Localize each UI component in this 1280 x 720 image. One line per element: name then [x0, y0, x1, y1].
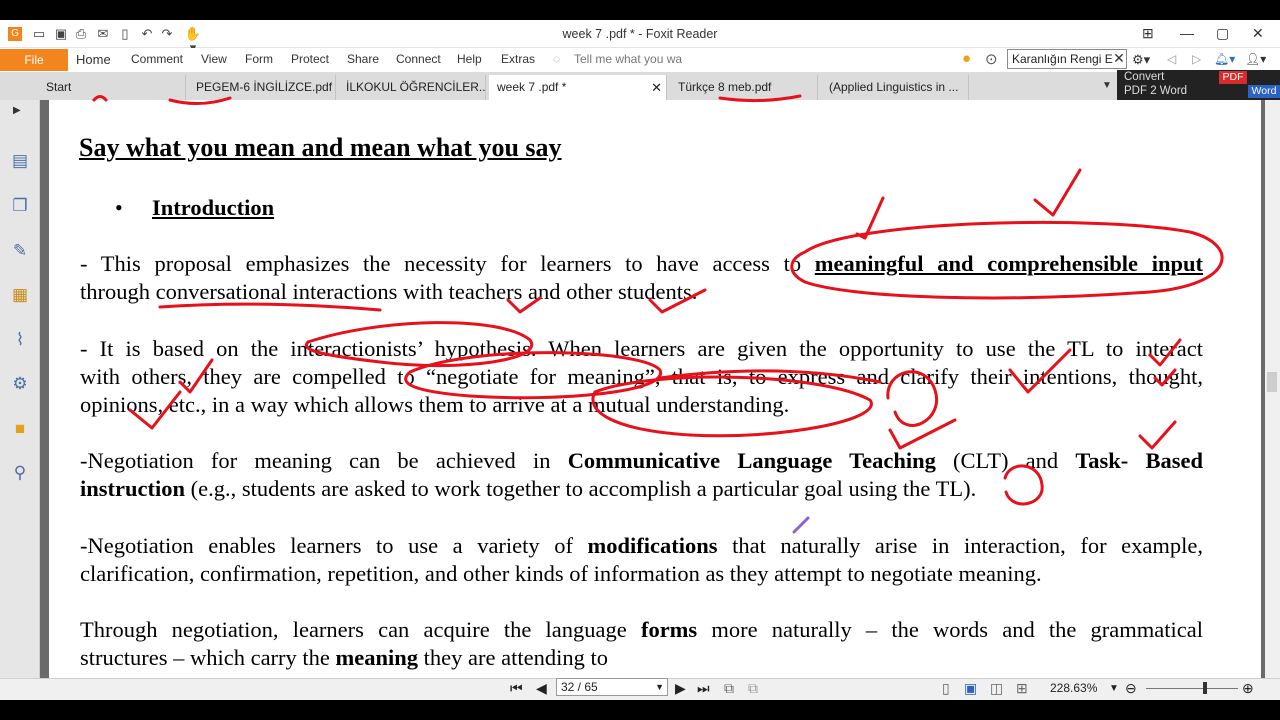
zoom-slider[interactable] [1146, 688, 1238, 689]
paragraph-1-line-1: - This proposal emphasizes the necessity… [80, 251, 1203, 276]
coin-icon[interactable]: ● [962, 50, 971, 67]
tab-week7[interactable]: week 7 .pdf * ✕ [489, 75, 667, 100]
zoom-slider-thumb[interactable] [1203, 682, 1207, 694]
paragraph-3-line-1: -Negotiation for meaning can be achieved… [80, 448, 1204, 473]
convert-label: Convert [1124, 71, 1165, 83]
close-tab-icon[interactable]: ✕ [651, 75, 662, 100]
page-dropdown-icon[interactable]: ▼ [655, 679, 664, 695]
expand-panel-icon[interactable]: ▶ [13, 105, 21, 116]
menu-view[interactable]: View [201, 52, 227, 66]
back-icon[interactable]: ◁ [1167, 52, 1176, 66]
file-menu-button[interactable]: File [0, 49, 68, 71]
grid-icon[interactable]: ⊞ [1142, 25, 1154, 42]
paragraph-5-line-1: Through negotiation, learners can acquir… [80, 617, 1204, 642]
tab-pegem[interactable]: PEGEM-6 İNGİLİZCE.pdf [188, 75, 336, 100]
signatures-icon[interactable]: ✎ [9, 240, 31, 262]
search-input[interactable]: Karanlığın Rengi E [1007, 49, 1127, 69]
tab-ilkokul[interactable]: İLKOKUL ÖĞRENCİLER... [338, 75, 486, 100]
continuous-page-icon[interactable]: ▣ [964, 680, 977, 697]
last-page-icon[interactable]: ⏭ [697, 680, 710, 697]
comments-icon[interactable]: ▦ [9, 284, 31, 306]
menu-help[interactable]: Help [457, 52, 482, 66]
notification-bell-icon[interactable]: 🔔︎▾ [1214, 52, 1235, 66]
page-number: 32 / 65 [561, 680, 598, 694]
pages-icon[interactable]: ▤ [9, 150, 31, 172]
window-title: week 7 .pdf * - Foxit Reader [562, 27, 718, 41]
tab-week7-label: week 7 .pdf * [497, 80, 567, 94]
paragraph-1-line-2: through conversational interactions with… [80, 279, 698, 304]
forward-icon[interactable]: ▷ [1192, 52, 1201, 66]
layers-icon[interactable]: ❐ [9, 195, 31, 217]
user-find-icon[interactable]: ⊙ [985, 50, 998, 68]
attachments-icon[interactable]: ⌇ [9, 329, 31, 351]
menu-extras[interactable]: Extras [501, 52, 535, 66]
lightbulb-icon: ◌ [553, 52, 561, 66]
close-search-icon[interactable]: ✕ [1111, 49, 1127, 69]
facing-page-icon[interactable]: ◫ [990, 680, 1003, 697]
menu-home[interactable]: Home [76, 52, 111, 67]
zoom-out-icon[interactable]: ⊖ [1125, 680, 1137, 697]
menu-form[interactable]: Form [245, 52, 273, 66]
first-page-icon[interactable]: ⏮ [510, 680, 523, 697]
paragraph-4-line-1: -Negotiation enables learners to use a v… [80, 533, 1203, 558]
search-tool-icon[interactable]: ⚲ [9, 462, 31, 484]
settings-icon[interactable]: ⚙▾ [1132, 52, 1150, 68]
page-heading: Say what you mean and mean what you say [79, 133, 562, 162]
zoom-level[interactable]: 228.63% [1050, 681, 1097, 695]
menu-comment[interactable]: Comment [131, 52, 183, 66]
paragraph-3-line-2: instruction (e.g., students are asked to… [80, 476, 977, 501]
tab-start[interactable]: Start [38, 75, 186, 100]
bullet-mark: • [115, 195, 123, 220]
next-view-icon[interactable]: ⧉ [748, 680, 758, 697]
close-window-icon[interactable]: ✕ [1252, 25, 1264, 42]
menu-share[interactable]: Share [347, 52, 379, 66]
previous-view-icon[interactable]: ⧉ [724, 680, 734, 697]
continuous-facing-icon[interactable]: ⊞ [1016, 680, 1028, 697]
minimize-icon[interactable]: — [1180, 25, 1194, 41]
tab-applied-linguistics[interactable]: (Applied Linguistics in ... [821, 75, 969, 100]
zoom-in-icon[interactable]: ⊕ [1242, 680, 1254, 697]
convert-sub-label: PDF 2 Word [1124, 85, 1188, 97]
paragraph-2-line-1: - It is based on the interactionists’ hy… [80, 336, 1203, 361]
convert-pdf-to-word-button[interactable]: Convert PDF 2 Word PDF Word [1117, 70, 1280, 100]
zoom-dropdown-icon[interactable]: ▼ [1109, 683, 1119, 694]
menu-protect[interactable]: Protect [291, 52, 329, 66]
pdf-badge: PDF [1219, 71, 1247, 84]
navigation-panel: ▶ ▤ ❐ ✎ ▦ ⌇ ⚙ ■ ⚲ [0, 100, 40, 678]
maximize-icon[interactable]: ▢ [1216, 25, 1229, 42]
menu-connect[interactable]: Connect [396, 52, 441, 66]
tell-me-input[interactable]: Tell me what you wa [574, 52, 682, 66]
section-title: Introduction [152, 195, 275, 220]
previous-page-icon[interactable]: ◀ [536, 680, 547, 697]
pdf-page[interactable]: Say what you mean and mean what you say … [49, 100, 1261, 678]
tab-list-dropdown-icon[interactable]: ▼ [1102, 80, 1112, 91]
screen-border [0, 700, 1280, 720]
lock-icon[interactable]: ■ [9, 418, 31, 440]
paragraph-4-line-2: clarification, confirmation, repetition,… [80, 561, 1042, 586]
tab-turkce[interactable]: Türkçe 8 meb.pdf [670, 75, 818, 100]
single-page-icon[interactable]: ▯ [942, 680, 950, 697]
paragraph-2-line-2: with others, they are compelled to “nego… [80, 364, 1203, 389]
security-icon[interactable]: ⚙ [9, 373, 31, 395]
account-icon[interactable]: 👤︎▾ [1245, 52, 1266, 66]
scrollbar-thumb[interactable] [1267, 372, 1277, 392]
paragraph-2-line-3: opinions, etc., in a way which allows th… [80, 392, 790, 417]
page-number-input[interactable]: 32 / 65 ▼ [556, 678, 668, 696]
word-badge: Word [1248, 85, 1280, 98]
next-page-icon[interactable]: ▶ [675, 680, 686, 697]
paragraph-5-line-2: structures – which carry the meaning the… [80, 645, 608, 670]
